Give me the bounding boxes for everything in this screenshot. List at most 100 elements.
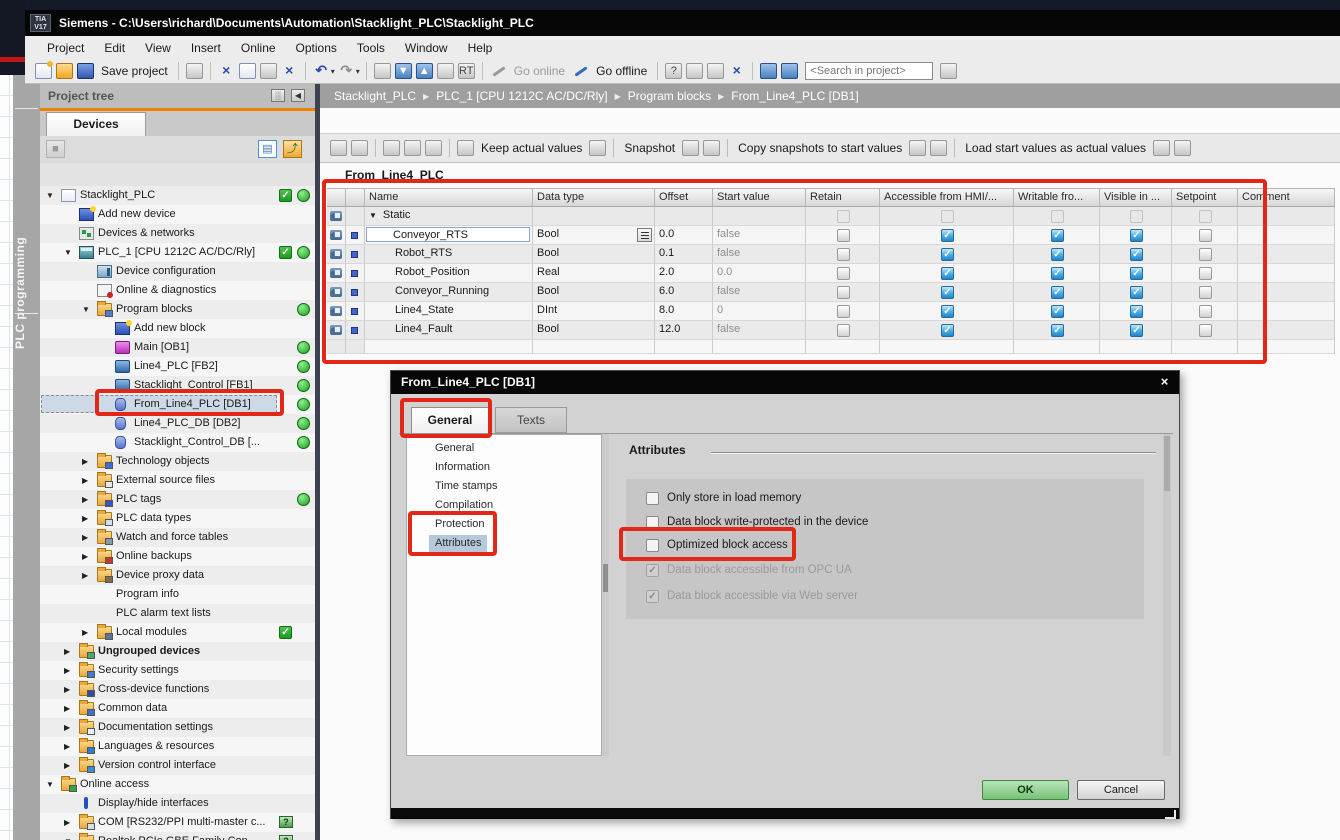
editor-toolbar-label[interactable]: Keep actual values xyxy=(481,141,582,155)
redo-dropdown[interactable]: ▾ xyxy=(356,67,360,76)
visible-checkbox[interactable] xyxy=(1130,324,1143,337)
tree-item[interactable]: Line4_PLC [FB2] xyxy=(40,357,315,376)
hmi-accessible-checkbox[interactable] xyxy=(941,248,954,261)
cell-start-value[interactable]: 0 xyxy=(713,302,806,321)
tree-item[interactable]: Device configuration xyxy=(40,262,315,281)
cell-comment[interactable] xyxy=(1238,264,1335,283)
paste-icon[interactable] xyxy=(260,63,277,79)
new-project-icon[interactable] xyxy=(35,63,52,79)
cell-data-type[interactable]: Bool xyxy=(533,226,655,245)
cell-start-value[interactable]: false xyxy=(713,245,806,264)
visible-checkbox[interactable] xyxy=(1130,305,1143,318)
resize-grip[interactable] xyxy=(1165,810,1176,819)
close-icon[interactable]: × xyxy=(1156,374,1173,390)
tree-expander-icon[interactable]: ▶ xyxy=(64,723,70,732)
tree-item[interactable]: ▶COM [RS232/PPI multi-master c...? xyxy=(40,813,315,832)
menu-tools[interactable]: Tools xyxy=(347,38,395,58)
dialog-nav-protection[interactable]: Protection xyxy=(429,516,491,535)
tree-item[interactable]: ▶External source files xyxy=(40,471,315,490)
tree-expander-icon[interactable]: ▶ xyxy=(82,476,88,485)
hmi-accessible-checkbox[interactable] xyxy=(941,324,954,337)
retain-checkbox[interactable] xyxy=(837,248,850,261)
tree-item[interactable]: ▼Program blocks xyxy=(40,300,315,319)
tab-devices[interactable]: Devices xyxy=(46,112,146,136)
tree-item[interactable]: ▶Documentation settings xyxy=(40,718,315,737)
cell-name[interactable]: Line4_State xyxy=(365,302,533,321)
save-project-label[interactable]: Save project xyxy=(101,64,168,78)
writable-checkbox[interactable] xyxy=(1051,210,1064,223)
column-header-visible-in[interactable]: Visible in ... xyxy=(1100,188,1172,207)
scrollbar-thumb[interactable] xyxy=(603,564,608,592)
tree-expander-icon[interactable]: ▼ xyxy=(82,305,90,314)
writable-checkbox[interactable] xyxy=(1051,305,1064,318)
tree-item[interactable]: ▶Watch and force tables xyxy=(40,528,315,547)
tree-item[interactable]: ▶Local modules✓ xyxy=(40,623,315,642)
start-cpu-icon[interactable] xyxy=(686,63,703,79)
setpoint-checkbox[interactable] xyxy=(1199,305,1212,318)
go-offline-label[interactable]: Go offline xyxy=(596,64,647,78)
column-header-accessible-from-hmi[interactable]: Accessible from HMI/... xyxy=(880,188,1014,207)
hmi-accessible-checkbox[interactable] xyxy=(941,210,954,223)
menu-window[interactable]: Window xyxy=(395,38,458,58)
menu-edit[interactable]: Edit xyxy=(94,38,135,58)
tree-item[interactable]: Devices & networks xyxy=(40,224,315,243)
dialog-title-bar[interactable]: From_Line4_PLC [DB1] xyxy=(391,371,1179,394)
details-view-icon[interactable]: ▤ xyxy=(258,140,277,158)
cell-data-type[interactable]: DInt xyxy=(533,302,655,321)
cell-comment[interactable] xyxy=(1238,302,1335,321)
tree-expander-icon[interactable]: ▶ xyxy=(82,533,88,542)
cell-name[interactable]: Line4_Fault xyxy=(365,321,533,340)
retain-checkbox[interactable] xyxy=(837,305,850,318)
copy-snapshot-icon[interactable] xyxy=(909,140,926,156)
column-header-setpoint[interactable]: Setpoint xyxy=(1172,188,1238,207)
tree-item[interactable]: ▼PLC_1 [CPU 1212C AC/DC/Rly]✓ xyxy=(40,243,315,262)
copy-snapshot-setpoints-icon[interactable] xyxy=(930,140,947,156)
tree-item[interactable]: Main [OB1] xyxy=(40,338,315,357)
tree-expander-icon[interactable]: ▶ xyxy=(64,685,70,694)
column-header-start-value[interactable]: Start value xyxy=(713,188,806,207)
checkbox[interactable] xyxy=(646,492,659,505)
tree-item[interactable]: ▶PLC tags xyxy=(40,490,315,509)
writable-checkbox[interactable] xyxy=(1051,286,1064,299)
cell-start-value[interactable]: false xyxy=(713,226,806,245)
tree-item[interactable]: ▼Online access xyxy=(40,775,315,794)
cell-data-type[interactable]: Bool xyxy=(533,245,655,264)
tree-expander-icon[interactable]: ▶ xyxy=(82,571,88,580)
stop-cpu-icon[interactable] xyxy=(707,63,724,79)
cell-name[interactable]: Robot_RTS xyxy=(365,245,533,264)
print-icon[interactable] xyxy=(186,63,203,79)
tree-item[interactable]: ▶Cross-device functions xyxy=(40,680,315,699)
visible-checkbox[interactable] xyxy=(1130,248,1143,261)
open-project-icon[interactable] xyxy=(56,63,73,79)
column-header-blank[interactable] xyxy=(327,188,346,207)
cancel-button[interactable]: Cancel xyxy=(1077,780,1165,800)
cut-icon[interactable]: × xyxy=(218,63,235,79)
tree-expander-icon[interactable]: ▼ xyxy=(64,248,72,257)
accessible-devices-icon[interactable]: ? xyxy=(665,63,682,79)
scrollbar-thumb[interactable] xyxy=(1164,436,1170,491)
retain-checkbox[interactable] xyxy=(837,324,850,337)
go-online-label[interactable]: Go online xyxy=(514,64,565,78)
tree-expander-icon[interactable]: ▼ xyxy=(46,780,54,789)
copy-icon[interactable] xyxy=(239,63,256,79)
column-header-name[interactable]: Name xyxy=(365,188,533,207)
dialog-tab-texts[interactable]: Texts xyxy=(495,407,567,433)
start-simulation-icon[interactable] xyxy=(437,63,454,79)
tree-item[interactable]: Line4_PLC_DB [DB2] xyxy=(40,414,315,433)
cell-start-value[interactable]: false xyxy=(713,321,806,340)
search-input[interactable] xyxy=(805,62,933,80)
tree-expander-icon[interactable]: ▶ xyxy=(64,704,70,713)
cell-start-value[interactable]: false xyxy=(713,283,806,302)
dialog-nav-compilation[interactable]: Compilation xyxy=(429,497,499,516)
collapse-panel-icon[interactable]: ◀ xyxy=(291,89,305,102)
split-vertical-icon[interactable] xyxy=(781,63,798,79)
tree-item[interactable]: Online & diagnostics xyxy=(40,281,315,300)
content-scrollbar[interactable] xyxy=(1163,434,1171,756)
editor-toolbar-label[interactable]: Load start values as actual values xyxy=(965,141,1146,155)
menu-help[interactable]: Help xyxy=(458,38,503,58)
panel-options-icon[interactable]: ░ xyxy=(271,89,285,102)
compile-icon[interactable] xyxy=(374,63,391,79)
cell-comment[interactable] xyxy=(1238,207,1335,226)
tree-item[interactable]: ▶Device proxy data xyxy=(40,566,315,585)
tree-expander-icon[interactable]: ▶ xyxy=(82,457,88,466)
